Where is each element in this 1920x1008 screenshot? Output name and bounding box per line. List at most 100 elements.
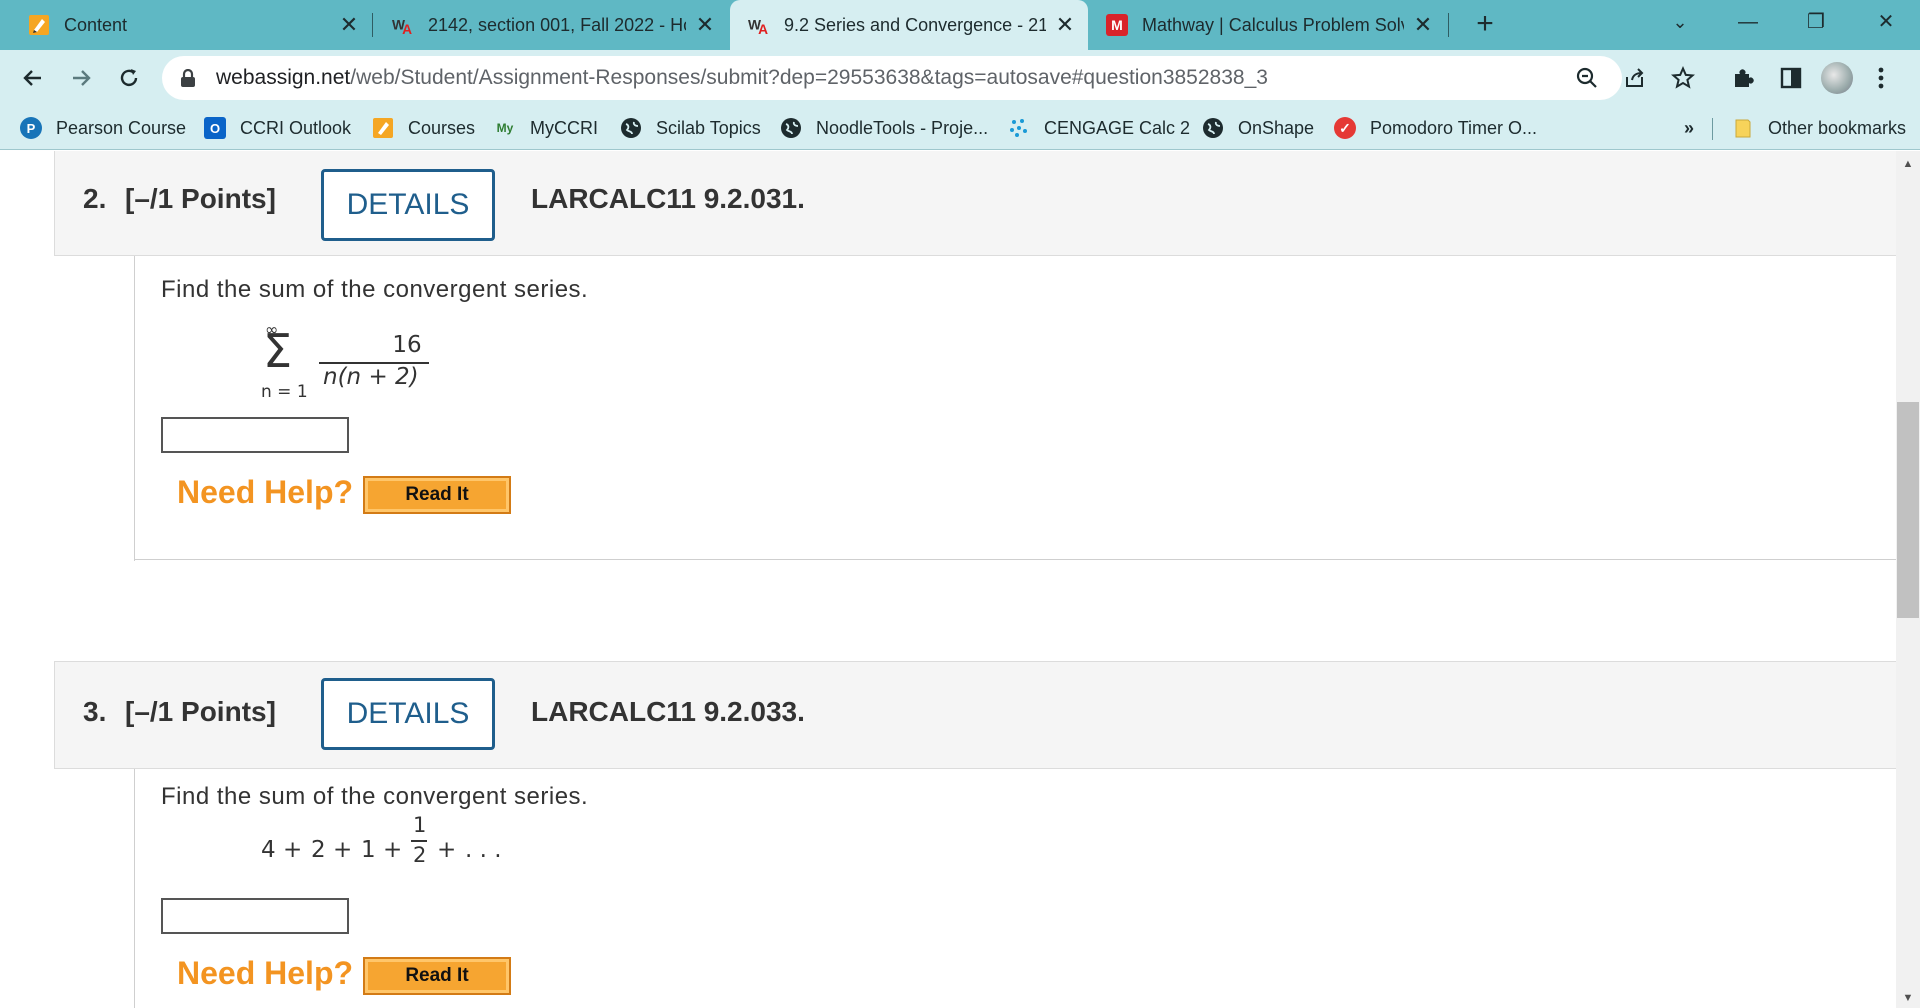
bookmark-label: Courses — [408, 117, 476, 138]
close-window-button[interactable]: ✕ — [1858, 0, 1914, 44]
tab-strip: Content ✕ WA 2142, section 001, Fall 202… — [0, 0, 1920, 50]
mathway-icon: M — [1106, 14, 1128, 36]
kebab-menu-icon — [1878, 67, 1884, 89]
bookmark-pearson-course[interactable]: P Pearson Course — [20, 106, 186, 150]
bookmark-ccri-outlook[interactable]: O CCRI Outlook — [204, 106, 351, 150]
tab-mathway[interactable]: M Mathway | Calculus Problem Solver ✕ — [1090, 0, 1446, 50]
fraction-denominator: n(n + 2) — [323, 364, 419, 390]
question-number: 2. — [83, 183, 107, 214]
bookmark-label: Pearson Course — [56, 117, 187, 138]
outlook-icon: O — [204, 117, 226, 139]
omnibox: webassign.net/web/Student/Assignment-Res… — [162, 56, 1898, 100]
bookmark-label: Scilab Topics — [656, 117, 761, 138]
details-button[interactable]: DETAILS — [321, 678, 495, 750]
tab-series-convergence[interactable]: WA 9.2 Series and Convergence - 2142 ✕ — [730, 0, 1088, 50]
pencil-icon — [372, 117, 394, 139]
fraction-denominator: 2 — [413, 843, 427, 867]
webassign-icon: WA — [392, 14, 414, 36]
side-panel-button[interactable] — [1772, 59, 1810, 97]
zoom-button[interactable] — [1568, 59, 1606, 97]
arrow-left-icon — [23, 70, 41, 86]
fraction-numerator: 16 — [392, 332, 422, 358]
bookmark-pomodoro-timer[interactable]: ✓ Pomodoro Timer O... — [1334, 106, 1537, 150]
tab-label: 9.2 Series and Convergence - 2142 — [784, 14, 1046, 35]
reload-icon — [120, 69, 138, 87]
plus-sign: + — [437, 837, 457, 863]
myccri-icon: My — [496, 121, 514, 135]
bookmark-scilab-topics[interactable]: Scilab Topics — [620, 106, 761, 150]
pencil-icon — [28, 14, 50, 36]
bookmark-label: CCRI Outlook — [240, 117, 352, 138]
question-header: 3. [–/1 Points] DETAILS LARCALC11 9.2.03… — [54, 661, 1896, 769]
other-bookmarks[interactable]: Other bookmarks — [1732, 106, 1906, 150]
need-help-label: Need Help? — [177, 474, 354, 510]
answer-input[interactable] — [161, 417, 349, 453]
pearson-icon: P — [20, 117, 42, 139]
url-path: /web/Student/Assignment-Responses/submit… — [350, 66, 1268, 89]
globe-icon — [780, 117, 802, 139]
bookmark-onshape[interactable]: OnShape — [1202, 106, 1314, 150]
globe-icon — [1202, 117, 1224, 139]
bookmark-courses[interactable]: Courses — [372, 106, 475, 150]
close-icon[interactable]: ✕ — [694, 12, 716, 38]
svg-text:A: A — [758, 22, 768, 36]
close-icon[interactable]: ✕ — [1054, 12, 1076, 38]
forward-button[interactable] — [62, 59, 100, 97]
question-prompt: Find the sum of the convergent series. — [161, 783, 589, 810]
extensions-button[interactable] — [1724, 59, 1762, 97]
bookmark-label: Other bookmarks — [1768, 117, 1907, 138]
need-help-label: Need Help? — [177, 955, 354, 991]
ellipsis: . . . — [465, 837, 502, 863]
url-host: webassign.net — [216, 66, 351, 89]
tab-label: Mathway | Calculus Problem Solver — [1142, 14, 1404, 35]
details-button[interactable]: DETAILS — [321, 169, 495, 241]
tab-divider — [1448, 13, 1449, 37]
answer-input[interactable] — [161, 898, 349, 934]
menu-button[interactable] — [1862, 59, 1900, 97]
sum-lower-limit: n = 1 — [261, 382, 308, 402]
plus-sign: + — [383, 837, 403, 863]
back-button[interactable] — [14, 59, 52, 97]
bookmarks-overflow-button[interactable]: » — [1684, 106, 1694, 150]
arrow-right-icon — [73, 70, 91, 86]
bookmark-star-button[interactable] — [1664, 59, 1702, 97]
bookmark-cengage-calc[interactable]: CENGAGE Calc 2 — [1008, 106, 1190, 150]
browser-toolbar: webassign.net/web/Student/Assignment-Res… — [0, 50, 1920, 106]
fraction-bar — [411, 840, 427, 842]
profile-button[interactable] — [1818, 59, 1856, 97]
tab-label: 2142, section 001, Fall 2022 - Hom — [428, 14, 686, 35]
minimize-button[interactable]: — — [1720, 0, 1776, 44]
reload-button[interactable] — [110, 59, 148, 97]
sigma-symbol: Σ — [263, 324, 293, 378]
bookmark-label: NoodleTools - Proje... — [816, 117, 989, 138]
puzzle-icon — [1735, 69, 1754, 87]
bookmarks-divider — [1712, 118, 1713, 140]
tab-search-button[interactable]: ⌄ — [1652, 0, 1708, 44]
scroll-up-arrow[interactable]: ▲ — [1896, 154, 1920, 174]
close-icon[interactable]: ✕ — [338, 12, 360, 38]
star-icon — [1670, 66, 1696, 89]
question-prompt: Find the sum of the convergent series. — [161, 276, 589, 303]
tab-content[interactable]: Content ✕ — [0, 0, 372, 50]
question-header: 2. [–/1 Points] DETAILS LARCALC11 9.2.03… — [54, 151, 1896, 256]
question-divider — [134, 559, 1896, 560]
bookmark-noodletools[interactable]: NoodleTools - Proje... — [780, 106, 988, 150]
new-tab-button[interactable]: + — [1466, 6, 1504, 44]
restore-button[interactable]: ❐ — [1788, 0, 1844, 44]
check-icon: ✓ — [1334, 117, 1356, 139]
globe-icon — [620, 117, 642, 139]
share-button[interactable] — [1616, 59, 1654, 97]
question-body: Find the sum of the convergent series. ∞… — [134, 256, 1896, 561]
read-it-button[interactable]: Read It — [363, 476, 511, 514]
scroll-down-arrow[interactable]: ▼ — [1896, 988, 1920, 1008]
avatar — [1821, 62, 1853, 94]
address-field[interactable]: webassign.net/web/Student/Assignment-Res… — [162, 56, 1622, 100]
close-icon[interactable]: ✕ — [1412, 12, 1434, 38]
scrollbar-thumb[interactable] — [1897, 402, 1919, 618]
tab-homework[interactable]: WA 2142, section 001, Fall 2022 - Hom ✕ — [374, 0, 728, 50]
cengage-icon — [1008, 117, 1030, 139]
bookmark-myccri[interactable]: My MyCCRI — [494, 106, 598, 150]
read-it-button[interactable]: Read It — [363, 957, 511, 995]
bookmark-label: MyCCRI — [530, 117, 598, 138]
question-points: [–/1 Points] — [125, 183, 276, 214]
